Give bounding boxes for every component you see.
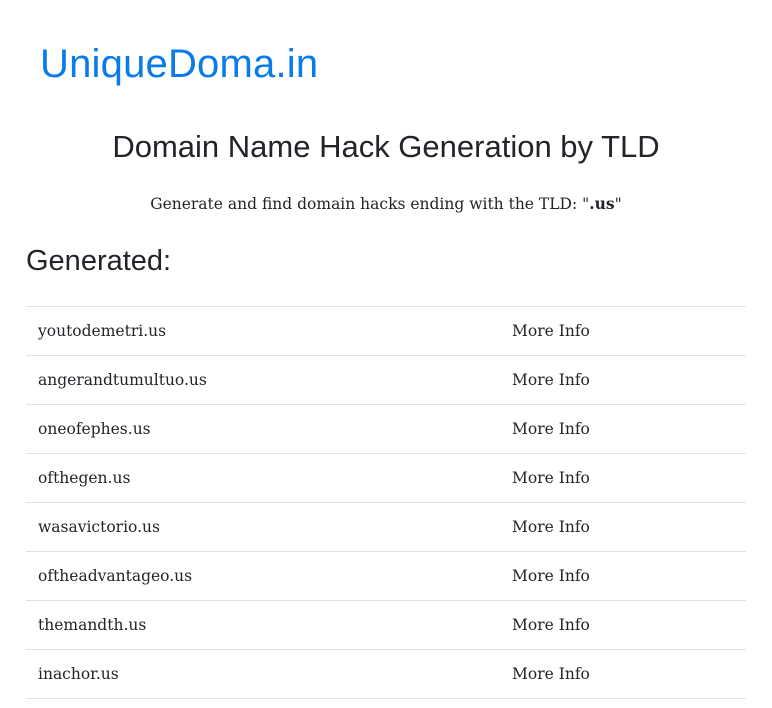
domain-name: youtodemetri.us (26, 306, 500, 356)
more-info-link[interactable]: More Info (512, 322, 590, 340)
domain-name: angerandtumultuo.us (26, 355, 500, 405)
domain-info-cell: More Info (500, 404, 746, 454)
subtitle-prefix: Generate and find domain hacks ending wi… (150, 195, 590, 213)
domain-name: ofthegen.us (26, 453, 500, 503)
page-title: Domain Name Hack Generation by TLD (112, 129, 660, 164)
domain-name: oneofephes.us (26, 404, 500, 454)
table-row: oneofephes.us More Info (26, 404, 746, 454)
domain-name: oftheadvantageo.us (26, 551, 500, 601)
domain-info-cell: More Info (500, 355, 746, 405)
subtitle-suffix: " (614, 195, 622, 213)
table-row: themandth.us More Info (26, 600, 746, 650)
tld-value: .us (589, 194, 615, 213)
domain-name: inachor.us (26, 649, 500, 699)
more-info-link[interactable]: More Info (512, 665, 590, 683)
domain-info-cell: More Info (500, 306, 746, 356)
more-info-link[interactable]: More Info (512, 371, 590, 389)
more-info-link[interactable]: More Info (512, 567, 590, 585)
table-row: youtodemetri.us More Info (26, 306, 746, 356)
table-row: angerandtumultuo.us More Info (26, 355, 746, 405)
domain-info-cell: More Info (500, 453, 746, 503)
results-table: youtodemetri.us More Info angerandtumult… (26, 306, 746, 699)
domain-info-cell: More Info (500, 649, 746, 699)
more-info-link[interactable]: More Info (512, 469, 590, 487)
site-logo-link[interactable]: UniqueDoma.in (40, 38, 318, 90)
table-row: wasavictorio.us More Info (26, 502, 746, 552)
table-row: inachor.us More Info (26, 649, 746, 699)
domain-name: themandth.us (26, 600, 500, 650)
more-info-link[interactable]: More Info (512, 518, 590, 536)
domain-name: wasavictorio.us (26, 502, 500, 552)
generated-heading: Generated: (26, 245, 172, 277)
domain-info-cell: More Info (500, 551, 746, 601)
table-row: ofthegen.us More Info (26, 453, 746, 503)
more-info-link[interactable]: More Info (512, 420, 590, 438)
table-row: oftheadvantageo.us More Info (26, 551, 746, 601)
more-info-link[interactable]: More Info (512, 616, 590, 634)
domain-info-cell: More Info (500, 502, 746, 552)
page-subtitle: Generate and find domain hacks ending wi… (0, 192, 772, 216)
domain-info-cell: More Info (500, 600, 746, 650)
